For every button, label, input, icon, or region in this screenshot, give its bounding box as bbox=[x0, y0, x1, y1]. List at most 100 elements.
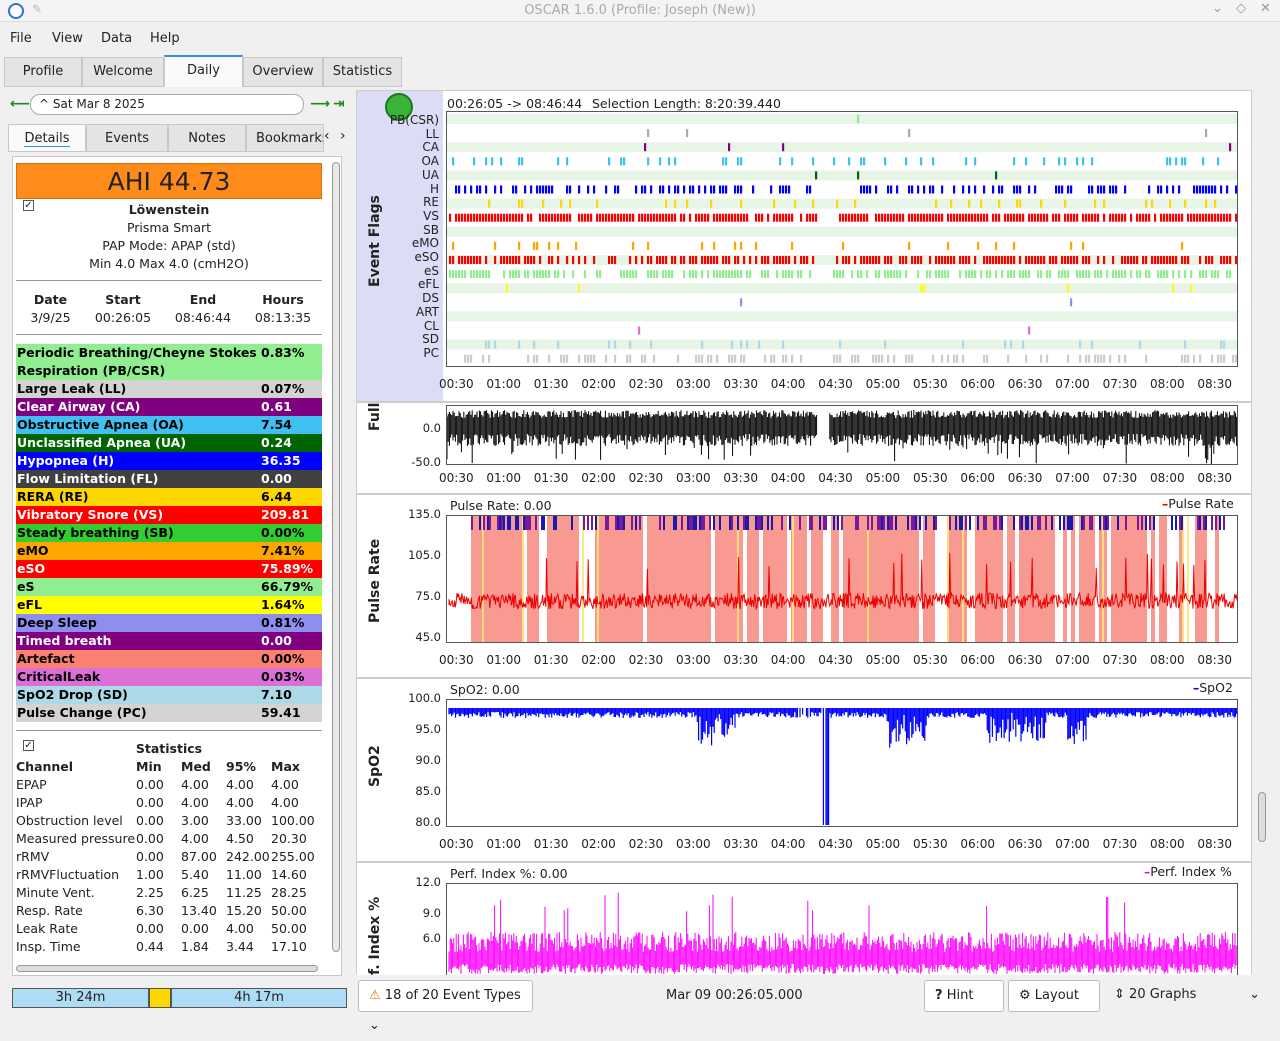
event-row[interactable]: eSO 75.89% bbox=[16, 560, 322, 578]
minimize-icon[interactable]: ⌄ bbox=[1212, 1, 1223, 16]
horizontal-scrollbar[interactable] bbox=[16, 965, 318, 972]
flag-mark bbox=[806, 213, 809, 222]
subtab-scroll-right-icon[interactable]: › bbox=[340, 128, 346, 144]
flag-mark bbox=[671, 256, 674, 264]
event-row[interactable]: Artefact 0.00% bbox=[16, 650, 322, 668]
graph-scrollbar[interactable] bbox=[1256, 90, 1268, 974]
flag-mark bbox=[896, 270, 899, 279]
event-name: Obstructive Apnea (OA) bbox=[17, 417, 184, 432]
flag-mark bbox=[734, 213, 737, 222]
event-row[interactable]: Unclassified Apnea (UA) 0.24 bbox=[16, 434, 322, 452]
tab-welcome[interactable]: Welcome bbox=[82, 57, 164, 87]
stats-cell: 50.00 bbox=[271, 903, 307, 918]
event-row[interactable]: Periodic Breathing/Cheyne Stokes Respirat… bbox=[16, 344, 322, 380]
pulse-event-shade bbox=[1195, 516, 1199, 642]
x-tick-label: 04:30 bbox=[818, 471, 853, 485]
event-row[interactable]: eMO 7.41% bbox=[16, 542, 322, 560]
time-bar-marker[interactable] bbox=[149, 988, 171, 1008]
next-day-icon[interactable]: ⟶ bbox=[310, 96, 330, 112]
event-row[interactable]: Clear Airway (CA) 0.61 bbox=[16, 398, 322, 416]
event-row[interactable]: Obstructive Apnea (OA) 7.54 bbox=[16, 416, 322, 434]
event-row[interactable]: eFL 1.64% bbox=[16, 596, 322, 614]
flag-mark bbox=[953, 354, 956, 363]
pulse-event-shade bbox=[659, 516, 663, 642]
subtab-notes[interactable]: Notes bbox=[168, 124, 246, 152]
event-row[interactable]: Hypopnea (H) 36.35 bbox=[16, 452, 322, 470]
last-day-icon[interactable]: ⇥ bbox=[333, 96, 345, 112]
date-picker[interactable]: ^ Sat Mar 8 2025 bbox=[30, 94, 304, 115]
subtab-details[interactable]: Details bbox=[8, 124, 86, 152]
event-value: 75.89% bbox=[261, 561, 314, 576]
graphs-dropdown[interactable]: ⇕ 20 Graphs ⌄ bbox=[1104, 980, 1266, 1012]
maximize-icon[interactable]: ◇ bbox=[1236, 1, 1246, 16]
event-row[interactable]: Flow Limitation (FL) 0.00 bbox=[16, 470, 322, 488]
menu-view[interactable]: View bbox=[52, 31, 83, 46]
event-types-dropdown[interactable]: ⚠ 18 of 20 Event Types ⌄ bbox=[358, 980, 533, 1033]
event-row[interactable]: eS 66.79% bbox=[16, 578, 322, 596]
flag-mark bbox=[1010, 340, 1013, 349]
stats-cell: 0.00 bbox=[136, 921, 164, 936]
tab-overview[interactable]: Overview bbox=[243, 57, 323, 87]
flow-plot[interactable] bbox=[446, 405, 1238, 465]
menu-help[interactable]: Help bbox=[150, 31, 180, 46]
details-scrollbar-thumb[interactable] bbox=[332, 162, 340, 952]
event-name: Steady breathing (SB) bbox=[17, 525, 174, 540]
tab-profile[interactable]: Profile bbox=[4, 57, 82, 87]
pulse-plot[interactable] bbox=[446, 515, 1238, 643]
event-row[interactable]: Timed breath 0.00 bbox=[16, 632, 322, 650]
pulse-flag bbox=[1149, 516, 1151, 530]
flag-mark bbox=[548, 241, 551, 250]
graph-scrollbar-thumb[interactable] bbox=[1258, 792, 1266, 842]
stats-cell: EPAP bbox=[16, 777, 47, 792]
flag-mark bbox=[785, 185, 788, 194]
event-row[interactable]: Large Leak (LL) 0.07% bbox=[16, 380, 322, 398]
subtab-scroll-left-icon[interactable]: ‹ bbox=[324, 128, 330, 144]
flag-mark bbox=[662, 213, 665, 222]
flag-mark bbox=[689, 270, 692, 279]
details-scrollbar[interactable] bbox=[332, 162, 340, 952]
pulse-flag bbox=[719, 516, 721, 530]
session-date: 3/9/25 bbox=[30, 310, 71, 325]
subtab-bookmarks[interactable]: Bookmarks bbox=[246, 124, 324, 152]
prev-day-icon[interactable]: ⟵ bbox=[10, 96, 30, 112]
tab-daily[interactable]: Daily bbox=[164, 55, 243, 87]
flag-mark bbox=[1100, 185, 1103, 194]
perf-plot[interactable] bbox=[446, 883, 1238, 975]
flag-mark bbox=[518, 157, 521, 166]
event-row[interactable]: Deep Sleep 0.81% bbox=[16, 614, 322, 632]
time-bar-left[interactable]: 3h 24m bbox=[12, 988, 149, 1008]
event-name: eMO bbox=[17, 543, 49, 558]
flag-mark bbox=[776, 270, 779, 279]
event-row[interactable]: SpO2 Drop (SD) 7.10 bbox=[16, 686, 322, 704]
flag-mark bbox=[689, 256, 692, 264]
close-icon[interactable]: ✕ bbox=[1260, 1, 1271, 16]
flag-mark bbox=[716, 354, 719, 363]
subtab-events[interactable]: Events bbox=[86, 124, 168, 152]
flag-mark bbox=[479, 270, 482, 279]
event-row[interactable]: CriticalLeak 0.03% bbox=[16, 668, 322, 686]
spo2-plot[interactable] bbox=[446, 699, 1238, 827]
flag-mark bbox=[542, 199, 545, 208]
flag-mark bbox=[548, 185, 551, 194]
time-bar-right[interactable]: 4h 17m bbox=[171, 988, 347, 1008]
flag-mark bbox=[872, 354, 875, 363]
menu-file[interactable]: File bbox=[10, 31, 32, 46]
flag-mark bbox=[686, 199, 689, 208]
event-row[interactable]: Steady breathing (SB) 0.00% bbox=[16, 524, 322, 542]
tab-statistics[interactable]: Statistics bbox=[323, 57, 402, 87]
pulse-flag bbox=[995, 516, 997, 530]
flag-mark bbox=[755, 241, 758, 250]
event-row[interactable]: Pulse Change (PC) 59.41 bbox=[16, 704, 322, 722]
pulse-event-shade bbox=[903, 516, 907, 642]
flag-mark bbox=[887, 270, 890, 279]
layout-button[interactable]: ⚙ Layout bbox=[1008, 980, 1100, 1012]
hint-button[interactable]: ? Hint bbox=[924, 980, 1004, 1012]
flag-mark bbox=[992, 185, 995, 194]
flag-mark bbox=[611, 213, 614, 222]
menu-data[interactable]: Data bbox=[101, 31, 132, 46]
event-value: 0.00 bbox=[261, 633, 292, 648]
event-row[interactable]: RERA (RE) 6.44 bbox=[16, 488, 322, 506]
event-flags-plot[interactable] bbox=[446, 111, 1238, 367]
event-row[interactable]: Vibratory Snore (VS) 209.81 bbox=[16, 506, 322, 524]
flag-mark bbox=[701, 354, 704, 363]
